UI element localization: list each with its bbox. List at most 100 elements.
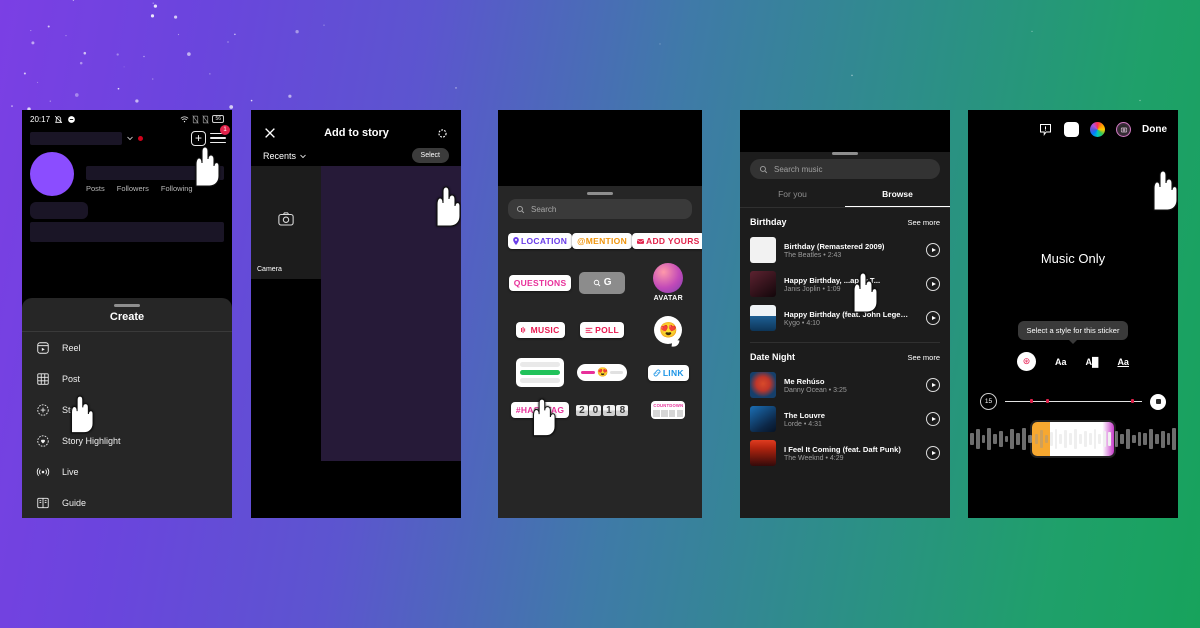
countdown-label: COUNTDOWN <box>653 403 684 408</box>
play-button[interactable] <box>926 311 940 325</box>
song-row[interactable]: Happy Birthday (feat. John Lege… Kygo • … <box>740 301 950 335</box>
sticker-countdown-digits[interactable]: 2018 <box>575 404 629 416</box>
music-sheet: Search music For you Browse Birthday See… <box>740 152 950 518</box>
style-label: ⊛ <box>1022 356 1031 366</box>
gear-icon[interactable] <box>436 127 449 140</box>
sticker-countdown[interactable]: COUNTDOWN <box>651 401 686 419</box>
song-row[interactable]: Me Rehúso Danny Ocean • 3:25 <box>740 368 950 402</box>
sheet-grabber[interactable] <box>114 304 140 307</box>
song-row[interactable]: The Louvre Lorde • 4:31 <box>740 402 950 436</box>
sticker-alert-icon[interactable] <box>1038 122 1053 137</box>
see-more-link[interactable]: See more <box>907 218 940 227</box>
song-meta: The Weeknd • 4:29 <box>784 454 844 462</box>
effects-icon[interactable] <box>1116 122 1131 137</box>
style-options: ⊛ Aa A█ Aa <box>968 352 1178 371</box>
quiz-row-correct <box>520 370 561 375</box>
trim-track[interactable] <box>1005 399 1142 404</box>
style-option-lyrics-block[interactable]: A█ <box>1086 357 1099 367</box>
menu-item-guide[interactable]: Guide <box>22 487 232 518</box>
sticker-mention[interactable]: @MENTION <box>572 233 633 249</box>
play-button[interactable] <box>926 277 940 291</box>
music-search-input[interactable]: Search music <box>750 159 940 179</box>
sticker-search-input[interactable]: Search <box>508 199 692 219</box>
song-title: The Louvre <box>784 410 825 420</box>
stat-posts-label: Posts <box>86 184 105 194</box>
menu-item-story-highlight[interactable]: Story Highlight <box>22 425 232 456</box>
sticker-avatar[interactable]: AVATAR <box>653 263 684 302</box>
duration-button[interactable]: 15 <box>980 393 997 410</box>
username-redacted <box>30 131 122 145</box>
sticker-link[interactable]: LINK <box>647 364 689 381</box>
music-sheet-grabber[interactable] <box>832 152 858 155</box>
screenshot-stage: 20:17 56 + 1 Posts Followers Following C… <box>0 0 1200 628</box>
stop-record-button[interactable] <box>1150 393 1166 410</box>
color-wheel-icon[interactable] <box>1090 122 1105 137</box>
hamburger-menu-button[interactable]: 1 <box>210 125 230 146</box>
album-art <box>750 440 776 466</box>
bell-off-icon <box>54 115 63 123</box>
section-header-birthday: Birthday See more <box>740 208 950 233</box>
song-meta: Janis Joplin • 1:09 <box>784 285 841 293</box>
album-selector[interactable]: Recents <box>263 151 307 161</box>
play-button[interactable] <box>926 412 940 426</box>
sticker-emoji-slider[interactable]: 😍 <box>577 364 628 381</box>
menu-label: Reel <box>62 342 81 353</box>
play-button[interactable] <box>926 446 940 460</box>
tab-browse[interactable]: Browse <box>845 189 950 207</box>
song-meta: Lorde • 4:31 <box>784 420 822 428</box>
sticker-label: #HASHTAG <box>515 405 565 415</box>
song-title: Happy Birthday, ...appy T... <box>784 275 881 285</box>
style-option-album[interactable]: ⊛ <box>1017 352 1037 371</box>
sticker-add-yours[interactable]: ADD YOURS <box>632 233 702 249</box>
text-box-icon[interactable] <box>1064 122 1079 137</box>
menu-item-live[interactable]: Live <box>22 456 232 487</box>
style-option-lyrics-underline[interactable]: Aa <box>1117 357 1129 367</box>
menu-label: Story <box>62 404 84 415</box>
camera-tile[interactable]: Camera <box>251 166 321 279</box>
battery-indicator: 56 <box>212 115 224 123</box>
music-tabs: For you Browse <box>740 189 950 208</box>
see-more-link[interactable]: See more <box>907 353 940 362</box>
style-option-lyrics-large[interactable]: Aa <box>1055 357 1067 367</box>
add-yours-icon <box>637 238 645 244</box>
menu-label: Post <box>62 373 81 384</box>
song-title: Birthday (Remastered 2009) <box>784 241 885 251</box>
done-button[interactable]: Done <box>1142 124 1167 135</box>
sticker-quiz[interactable] <box>516 358 565 387</box>
wifi-icon <box>181 116 189 122</box>
location-pin-icon <box>513 237 519 245</box>
sticker-poll[interactable]: POLL <box>580 322 625 338</box>
play-button[interactable] <box>926 378 940 392</box>
waveform-selection[interactable] <box>1032 422 1114 456</box>
panel-music-picker: Search music For you Browse Birthday See… <box>740 110 950 518</box>
sticker-music[interactable]: MUSIC <box>515 322 565 338</box>
mouse-cursor-hand <box>1153 170 1178 211</box>
profile-avatar[interactable] <box>30 152 74 197</box>
tab-for-you[interactable]: For you <box>740 189 845 207</box>
sticker-emoji-reaction[interactable]: 😍 <box>654 316 683 344</box>
song-row[interactable]: Happy Birthday, ...appy T... Janis Jopli… <box>740 267 950 301</box>
play-button[interactable] <box>926 243 940 257</box>
create-plus-button[interactable]: + <box>191 130 206 146</box>
menu-item-post[interactable]: Post <box>22 363 232 394</box>
sticker-hashtag[interactable]: #HASHTAG <box>510 402 570 418</box>
menu-item-reel[interactable]: Reel <box>22 332 232 363</box>
style-tooltip: Select a style for this sticker <box>1017 321 1129 344</box>
dnd-icon <box>68 115 75 123</box>
sticker-questions[interactable]: QUESTIONS <box>508 274 572 291</box>
song-title: Happy Birthday (feat. John Lege… <box>784 309 909 319</box>
menu-item-story[interactable]: Story <box>22 394 232 425</box>
song-row[interactable]: I Feel It Coming (feat. Daft Punk) The W… <box>740 436 950 470</box>
waveform[interactable] <box>968 422 1178 456</box>
select-button[interactable]: Select <box>411 148 449 163</box>
quiz-row <box>520 362 561 367</box>
sticker-location[interactable]: LOCATION <box>508 233 573 249</box>
chevron-down-icon[interactable] <box>126 134 134 142</box>
music-only-sticker[interactable]: Music Only <box>968 251 1178 266</box>
sticker-google-search[interactable]: G <box>579 271 626 294</box>
sticker-label: @MENTION <box>577 236 628 246</box>
search-icon <box>516 205 525 213</box>
tray-grabber[interactable] <box>587 192 613 195</box>
close-icon[interactable] <box>263 126 277 140</box>
song-row[interactable]: Birthday (Remastered 2009) The Beatles •… <box>740 233 950 267</box>
